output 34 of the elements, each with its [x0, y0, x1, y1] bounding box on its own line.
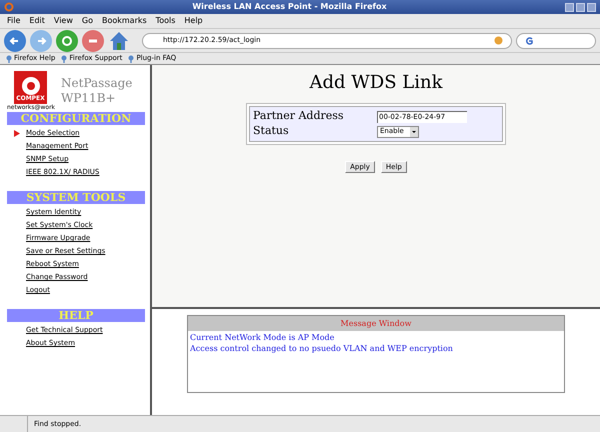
menu-item[interactable]: File: [7, 15, 20, 27]
pointer-icon: [14, 130, 20, 137]
field-label: Status: [253, 123, 290, 140]
menu-item[interactable]: Tools: [156, 15, 176, 27]
forward-icon[interactable]: [30, 30, 52, 52]
search-engine-icon: [525, 36, 533, 46]
field-label: Partner Address: [253, 108, 345, 124]
message-line: Access control changed to no psuedo VLAN and WEP encryption: [190, 343, 454, 354]
minimize-button[interactable]: [565, 2, 574, 12]
maximize-button[interactable]: [576, 2, 585, 12]
bookmark-icon: [6, 54, 12, 62]
stop-icon[interactable]: [82, 30, 104, 52]
browser-icon: [4, 2, 14, 12]
back-icon[interactable]: [4, 30, 26, 52]
section-header: HELP: [7, 309, 145, 322]
reload-icon[interactable]: [56, 30, 78, 52]
menu-item[interactable]: View: [54, 15, 73, 27]
window-title: Wireless LAN Access Point - Mozilla Firefox: [191, 1, 388, 13]
menu-item[interactable]: Bookmarks: [102, 15, 147, 27]
section-header: SYSTEM TOOLS: [7, 191, 145, 204]
product-name: NetPassage: [61, 76, 132, 91]
menu-item[interactable]: Edit: [29, 15, 45, 27]
page-title: Add WDS Link: [310, 71, 442, 95]
section-header: CONFIGURATION: [7, 112, 145, 125]
bookmark-icon: [61, 54, 68, 62]
home-icon[interactable]: [108, 30, 130, 52]
close-button[interactable]: [587, 2, 596, 12]
message-line: Current NetWork Mode is AP Mode: [190, 332, 336, 343]
search-field[interactable]: [516, 32, 596, 48]
menu-item[interactable]: Help: [184, 15, 203, 27]
bookmark-icon: [128, 54, 134, 62]
product-name: WP11B+: [61, 91, 117, 106]
menu-item[interactable]: Go: [82, 15, 93, 27]
message-window-title: Message Window: [188, 316, 564, 331]
